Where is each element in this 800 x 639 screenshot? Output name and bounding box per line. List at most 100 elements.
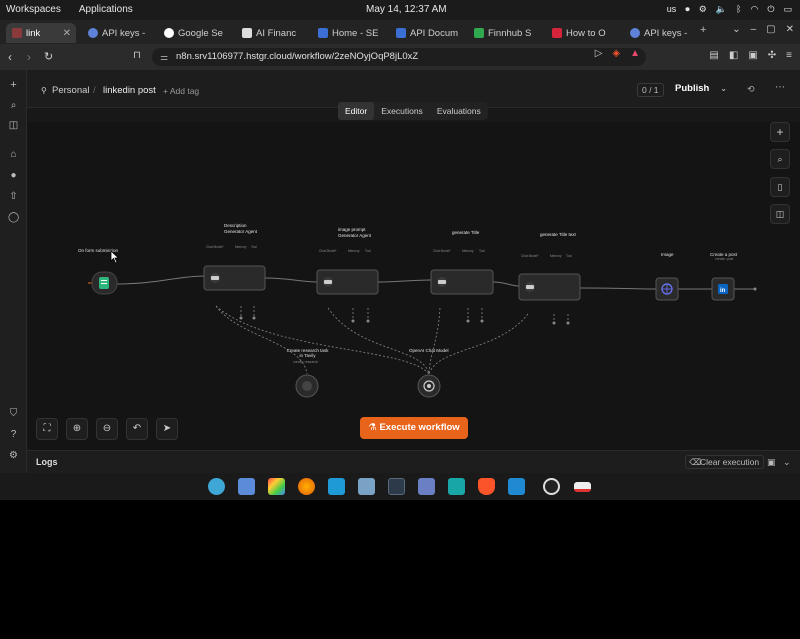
screenshot-icon[interactable] [448,478,465,495]
settings-icon[interactable]: ⚙ [699,4,707,14]
volume-icon[interactable]: 🔈 [716,4,727,14]
tab-executions[interactable]: Executions [374,102,430,120]
agent-node-generate-title-text[interactable] [518,273,581,325]
breadcrumb-owner[interactable]: Personal [52,85,90,96]
wallet-icon[interactable]: ▣ [748,50,757,61]
browser-tab[interactable]: AI Financ [236,23,308,43]
workflow-canvas[interactable]: in On form submission Description Genera… [28,122,800,450]
brave-icon[interactable] [478,478,495,495]
pointer-tool-icon[interactable]: ➤ [156,418,178,440]
maximize-icon[interactable]: ▢ [766,24,775,35]
agent-node-description[interactable] [203,265,266,320]
share-icon[interactable]: ⇧ [8,191,19,202]
browser-tab[interactable]: API keys - [624,23,694,43]
applications-menu[interactable]: Applications [79,4,133,15]
app-grid-icon[interactable] [268,478,285,495]
power-icon[interactable]: ⏻ [767,4,774,14]
publish-button[interactable]: Publish ⌄ [665,79,731,99]
close-tab-icon[interactable]: ✕ [63,28,71,39]
workspaces-menu[interactable]: Workspaces [6,4,61,15]
vscode-icon[interactable] [508,478,525,495]
clear-execution-button[interactable]: ⌫ Clear execution [685,455,765,469]
record-icon[interactable]: ⏺ [685,4,690,14]
help-icon[interactable]: ? [8,429,19,440]
reload-icon[interactable]: ↻ [44,50,53,63]
settings-icon[interactable]: ⚙ [8,450,19,461]
window-manager-icon[interactable] [238,478,255,495]
obs-icon[interactable] [543,478,560,495]
search-nodes-icon[interactable]: ⌕ [770,149,790,169]
firefox-icon[interactable] [298,478,315,495]
more-options-icon[interactable]: ⋯ [775,82,785,93]
system-clock[interactable]: May 14, 12:37 AM [366,4,447,15]
execute-workflow-button[interactable]: ⚗ Execute workflow [360,417,468,439]
add-tag-button[interactable]: + Add tag [163,86,199,96]
files-icon[interactable] [328,478,345,495]
reader-mode-icon[interactable]: ▤ [709,50,718,61]
logs-panel-bar[interactable]: Logs ⌫ Clear execution ▣ ⌄ [27,450,800,473]
n8n-app: + ⌕ ◫ ⌂ ● ⇧ ◯ ⛉ ? ⚙ ⚲ Personal / linkedi… [0,70,800,473]
linkedin-node[interactable]: in [711,277,735,301]
history-icon[interactable]: ⟲ [747,84,755,95]
templates-icon[interactable]: ⛉ [8,408,19,419]
play-media-icon[interactable]: ▷ [595,48,603,59]
tab-editor[interactable]: Editor [338,102,375,120]
agent-node-image-prompt[interactable] [316,269,379,323]
zoom-in-icon[interactable]: ⊕ [66,418,88,440]
trigger-node[interactable] [91,271,118,295]
battery-icon[interactable]: ▭ [783,4,792,14]
browser-tab[interactable]: Home - SE [312,23,386,43]
browser-tab[interactable]: API keys - [82,23,156,43]
panel-toggle-icon[interactable]: ◫ [770,204,790,224]
openai-chat-model-node[interactable] [417,374,441,398]
new-tab-icon[interactable]: + [700,24,706,36]
collapse-sidebar-icon[interactable]: ◫ [8,120,19,131]
terminal-icon[interactable] [388,478,405,495]
brave-rewards-icon[interactable]: ▲ [630,48,640,59]
bookmark-icon[interactable]: ⊓ [133,50,141,61]
chevron-down-icon[interactable]: ⌄ [720,79,727,99]
close-window-icon[interactable]: ✕ [786,24,794,35]
tavily-tool-node[interactable] [295,374,319,398]
add-node-button[interactable]: + [770,122,790,142]
extensions-icon[interactable]: ✣ [768,50,776,61]
search-app-icon[interactable] [208,478,225,495]
user-icon[interactable]: ● [8,170,19,181]
site-info-icon[interactable]: ⚌ [160,48,168,66]
text-editor-icon[interactable] [358,478,375,495]
sticky-note-icon[interactable]: ▯ [770,177,790,197]
browser-tab-linkedin[interactable]: link ✕ [6,23,76,43]
bluetooth-icon[interactable]: ᛒ [736,4,741,14]
port-label: Memory [550,254,562,258]
zoom-out-icon[interactable]: ⊖ [96,418,118,440]
workflow-name[interactable]: linkedin post [103,85,156,96]
brave-shields-icon[interactable]: ◈ [612,48,620,59]
wifi-icon[interactable]: ◠ [751,4,759,14]
screen-recorder-icon[interactable] [574,482,591,492]
back-icon[interactable]: ‹ [8,50,12,64]
minimize-icon[interactable]: – [751,24,757,35]
tab-evaluations[interactable]: Evaluations [430,102,488,120]
fit-view-icon[interactable]: ⛶ [36,418,58,440]
browser-tab[interactable]: API Docum [390,23,464,43]
chat-icon[interactable]: ◯ [8,212,19,223]
expand-logs-icon[interactable]: ▣ [767,457,776,468]
browser-tab[interactable]: Google Se [158,23,232,43]
image-node[interactable] [655,277,679,301]
home-icon[interactable]: ⌂ [8,149,19,160]
keyboard-layout-indicator[interactable]: us [667,4,677,14]
browser-tab[interactable]: Finnhub S [468,23,542,43]
chevron-down-icon[interactable]: ⌄ [783,457,791,468]
browser-tab[interactable]: How to O [546,23,620,43]
undo-icon[interactable]: ↶ [126,418,148,440]
tab-search-icon[interactable]: ⌄ [732,24,740,35]
menu-icon[interactable]: ≡ [786,50,792,61]
agent-node-generate-title[interactable] [430,269,494,323]
sidebar-toggle-icon[interactable]: ◧ [729,50,738,61]
tab-favicon-icon [242,28,252,38]
address-bar[interactable]: ⚌ n8n.srv1106977.hstgr.cloud/workflow/2z… [152,48,646,66]
search-icon[interactable]: ⌕ [8,100,19,111]
add-icon[interactable]: + [8,79,19,91]
forward-icon[interactable]: › [27,50,31,64]
software-center-icon[interactable] [418,478,435,495]
